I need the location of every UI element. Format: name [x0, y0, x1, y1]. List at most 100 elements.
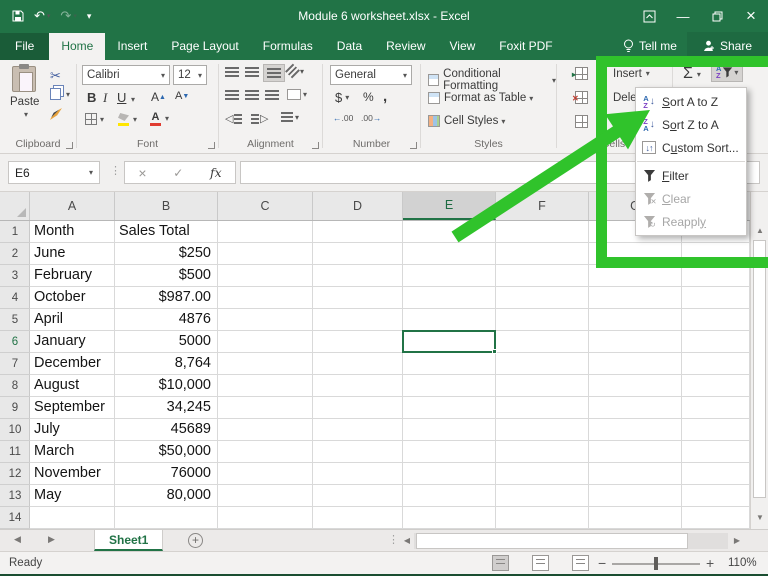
column-header-E[interactable]: E	[403, 192, 496, 220]
column-header-F[interactable]: F	[496, 192, 589, 220]
number-dialog-launcher[interactable]	[410, 142, 417, 149]
sheet-tab-sheet1[interactable]: Sheet1	[94, 530, 163, 551]
tab-data[interactable]: Data	[325, 33, 374, 60]
cell-B6[interactable]: 5000	[119, 331, 211, 353]
vertical-scroll-thumb[interactable]	[753, 240, 766, 498]
decrease-indent-icon[interactable]: ◁	[225, 112, 242, 125]
font-dialog-launcher[interactable]	[208, 142, 215, 149]
sheet-nav-left-icon[interactable]: ◀	[14, 534, 21, 545]
cell-styles-button[interactable]: Cell Styles▾	[428, 115, 505, 127]
alignment-dialog-launcher[interactable]	[312, 142, 319, 149]
tab-file[interactable]: File	[0, 33, 49, 60]
cell-A6[interactable]: January	[34, 331, 113, 353]
cell-A4[interactable]: October	[34, 287, 113, 309]
align-left-icon[interactable]	[225, 90, 239, 100]
page-layout-view-icon[interactable]	[532, 555, 549, 571]
vertical-scrollbar[interactable]: ▲ ▼	[750, 192, 768, 529]
align-right-icon[interactable]	[265, 90, 279, 100]
borders-icon[interactable]: ▾	[85, 113, 104, 125]
wrap-text-icon[interactable]: ▾	[281, 112, 299, 122]
fill-color-icon[interactable]: ▾	[117, 113, 137, 126]
menu-item-sort-a-to-z[interactable]: AZ↓Sort A to Z	[636, 90, 746, 113]
cell-B7[interactable]: 8,764	[119, 353, 211, 375]
horizontal-scroll-thumb[interactable]	[416, 533, 688, 549]
cell-B8[interactable]: $10,000	[119, 375, 211, 397]
tell-me-box[interactable]: Tell me	[613, 33, 687, 60]
scroll-up-icon[interactable]: ▲	[751, 223, 768, 238]
row-header-9[interactable]: 9	[0, 397, 30, 419]
row-header-4[interactable]: 4	[0, 287, 30, 309]
column-header-D[interactable]: D	[313, 192, 403, 220]
customize-qat-icon[interactable]: ▾	[87, 11, 92, 22]
row-header-10[interactable]: 10	[0, 419, 30, 441]
tab-home[interactable]: Home	[49, 33, 105, 60]
restore-button[interactable]	[700, 0, 734, 32]
zoom-out-icon[interactable]: −	[598, 555, 606, 571]
merge-center-icon[interactable]: ▾	[287, 89, 307, 100]
cell-B3[interactable]: $500	[119, 265, 211, 287]
copy-icon[interactable]: ▾	[50, 88, 70, 100]
insert-function-icon[interactable]: fx	[210, 165, 222, 180]
redo-button[interactable]: ↷▾	[60, 8, 76, 24]
row-header-13[interactable]: 13	[0, 485, 30, 507]
row-header-7[interactable]: 7	[0, 353, 30, 375]
tab-formulas[interactable]: Formulas	[251, 33, 325, 60]
conditional-formatting-button[interactable]: Conditional Formatting▾	[428, 68, 556, 92]
cell-A5[interactable]: April	[34, 309, 113, 331]
font-size-combo[interactable]: 12▾	[173, 65, 207, 85]
font-color-icon[interactable]: A ▾	[149, 111, 169, 126]
format-painter-icon[interactable]	[50, 108, 62, 120]
sort-filter-button[interactable]: AZ▾	[711, 62, 743, 82]
cell-B11[interactable]: $50,000	[119, 441, 211, 463]
menu-item-custom-sort[interactable]: ↓↑Custom Sort...	[636, 136, 746, 159]
align-center-icon[interactable]	[245, 90, 259, 100]
worksheet-grid[interactable]: 1MonthSales Total2June$2503February$5004…	[0, 221, 750, 529]
grow-font-button[interactable]: A▲	[151, 90, 166, 104]
increase-decimal-icon[interactable]: ←.00	[333, 113, 353, 123]
paste-dropdown-icon[interactable]: ▾	[24, 110, 28, 119]
row-header-3[interactable]: 3	[0, 265, 30, 287]
tab-view[interactable]: View	[438, 33, 488, 60]
autosum-button[interactable]: Σ▾	[683, 65, 701, 83]
selected-cell-E6[interactable]	[402, 330, 496, 353]
cell-B13[interactable]: 80,000	[119, 485, 211, 507]
row-header-11[interactable]: 11	[0, 441, 30, 463]
cell-A10[interactable]: July	[34, 419, 113, 441]
share-button[interactable]: Share	[687, 32, 768, 60]
underline-button[interactable]: U	[117, 90, 126, 105]
horizontal-scrollbar[interactable]	[414, 533, 728, 549]
percent-style-icon[interactable]: %	[363, 90, 374, 104]
cancel-icon[interactable]: ×	[138, 165, 146, 181]
cell-A1[interactable]: Month	[34, 221, 113, 243]
bottom-align-icon[interactable]	[263, 64, 285, 82]
cell-A13[interactable]: May	[34, 485, 113, 507]
tab-page-layout[interactable]: Page Layout	[159, 33, 250, 60]
cell-A7[interactable]: December	[34, 353, 113, 375]
row-header-14[interactable]: 14	[0, 507, 30, 529]
cell-B4[interactable]: $987.00	[119, 287, 211, 309]
row-header-12[interactable]: 12	[0, 463, 30, 485]
minimize-button[interactable]: —	[666, 0, 700, 32]
zoom-level[interactable]: 110%	[728, 557, 757, 569]
shrink-font-button[interactable]: A▼	[175, 90, 189, 102]
row-header-6[interactable]: 6	[0, 331, 30, 353]
menu-item-sort-z-to-a[interactable]: ZA↓Sort Z to A	[636, 113, 746, 136]
fill-handle[interactable]	[492, 349, 497, 354]
enter-icon[interactable]: ✓	[173, 166, 183, 180]
paste-button[interactable]	[12, 66, 36, 92]
middle-align-icon[interactable]	[245, 67, 259, 77]
row-header-5[interactable]: 5	[0, 309, 30, 331]
number-format-combo[interactable]: General▾	[330, 65, 412, 85]
row-header-2[interactable]: 2	[0, 243, 30, 265]
scroll-left-icon[interactable]: ◀	[400, 533, 414, 549]
tab-foxit-pdf[interactable]: Foxit PDF	[487, 33, 564, 60]
new-sheet-icon[interactable]: +	[188, 533, 203, 548]
cell-B9[interactable]: 34,245	[119, 397, 211, 419]
name-box[interactable]: E6▾	[8, 161, 100, 184]
bold-button[interactable]: B	[87, 90, 96, 105]
cell-B10[interactable]: 45689	[119, 419, 211, 441]
accounting-format-icon[interactable]: $▾	[335, 90, 349, 105]
row-header-1[interactable]: 1	[0, 221, 30, 243]
column-header-A[interactable]: A	[30, 192, 115, 220]
cell-A11[interactable]: March	[34, 441, 113, 463]
